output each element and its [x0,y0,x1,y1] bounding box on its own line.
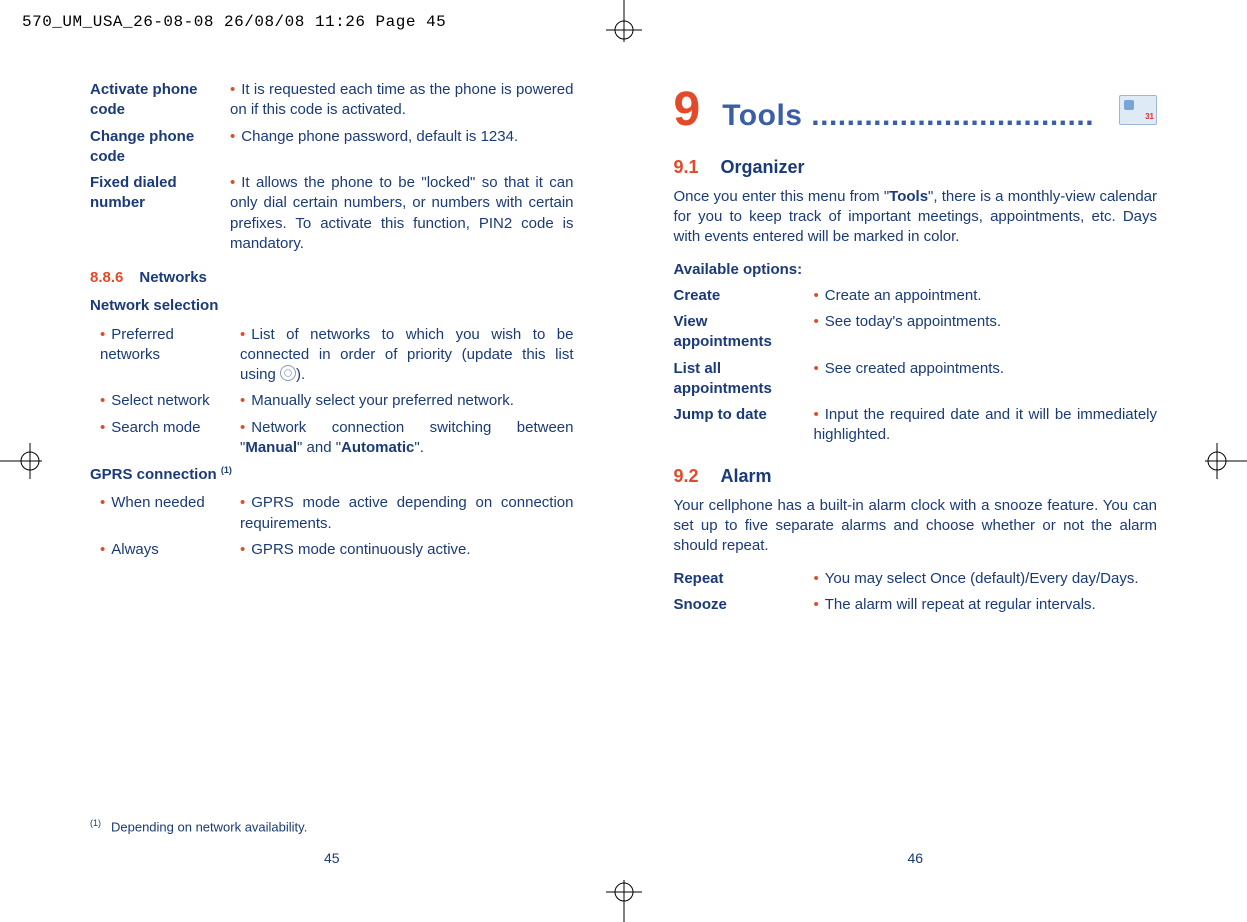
alarm-paragraph: Your cellphone has a built-in alarm cloc… [674,496,1158,557]
footnote-ref: (1) [221,465,232,475]
bullet-icon: • [240,494,245,511]
section-number: 8.8.6 [90,269,123,286]
section-number: 9.2 [674,466,699,486]
term-label: •Preferred networks [90,325,230,386]
option-repeat: Repeat •You may select Once (default)/Ev… [674,569,1158,589]
term-desc: •See created appointments. [804,359,1158,400]
term-desc: •Input the required date and it will be … [804,405,1158,446]
bullet-icon: • [240,326,245,343]
term-label: View appointments [674,312,804,353]
bullet-icon: • [240,392,245,409]
section-title: Organizer [721,157,805,177]
term-label: •Search mode [90,418,230,459]
item-search-mode: •Search mode •Network connection switchi… [90,418,574,459]
term-label: •Always [90,540,230,560]
subheading-gprs-connection: GPRS connection (1) [90,464,574,485]
chapter-heading: 9 Tools ................................ [674,86,1158,137]
term-desc: •You may select Once (default)/Every day… [804,569,1158,589]
bullet-icon: • [814,406,819,423]
bullet-icon: • [100,419,105,436]
page-number: 46 [674,849,1158,868]
term-desc: •Change phone password, default is 1234. [220,127,574,168]
term-label: Create [674,286,804,306]
item-activate-phone-code: Activate phone code •It is requested eac… [90,80,574,121]
term-label: Jump to date [674,405,804,446]
section-organizer: 9.1 Organizer [674,155,1158,179]
bullet-icon: • [814,596,819,613]
ok-key-icon [280,365,296,381]
term-desc: •GPRS mode continuously active. [230,540,574,560]
bullet-icon: • [100,326,105,343]
bullet-icon: • [100,494,105,511]
term-desc: •It is requested each time as the phone … [220,80,574,121]
crop-mark-left [0,441,50,481]
section-networks: 8.8.6 Networks [90,268,574,288]
crop-mark-bottom [604,872,644,922]
item-select-network: •Select network •Manually select your pr… [90,391,574,411]
term-desc: •Create an appointment. [804,286,1158,306]
item-gprs-always: •Always •GPRS mode continuously active. [90,540,574,560]
bullet-icon: • [230,81,235,98]
term-desc: •Network connection switching between "M… [230,418,574,459]
subheading-network-selection: Network selection [90,296,574,316]
chapter-title: Tools ................................ [722,96,1111,137]
bullet-icon: • [100,541,105,558]
chapter-number: 9 [674,86,701,134]
bullet-icon: • [230,128,235,145]
term-label: List all appointments [674,359,804,400]
term-desc: •Manually select your preferred network. [230,391,574,411]
page-number: 45 [90,849,574,868]
page-45: Activate phone code •It is requested eac… [90,80,574,872]
bullet-icon: • [814,360,819,377]
term-desc: •List of networks to which you wish to b… [230,325,574,386]
footnote-text: Depending on network availability. [111,819,307,834]
bullet-icon: • [814,287,819,304]
option-jump-to-date: Jump to date •Input the required date an… [674,405,1158,446]
term-desc: •It allows the phone to be "locked" so t… [220,173,574,254]
organizer-paragraph: Once you enter this menu from "Tools", t… [674,187,1158,248]
term-label: Activate phone code [90,80,220,121]
bullet-icon: • [814,570,819,587]
crop-mark-right [1197,441,1247,481]
item-preferred-networks: •Preferred networks •List of networks to… [90,325,574,386]
item-change-phone-code: Change phone code •Change phone password… [90,127,574,168]
term-desc: •See today's appointments. [804,312,1158,353]
calendar-icon [1119,95,1157,125]
section-title: Alarm [721,466,772,486]
item-gprs-when-needed: •When needed •GPRS mode active depending… [90,493,574,534]
section-alarm: 9.2 Alarm [674,464,1158,488]
section-title: Networks [139,269,207,286]
option-list-all-appointments: List all appointments •See created appoi… [674,359,1158,400]
option-snooze: Snooze •The alarm will repeat at regular… [674,595,1158,615]
term-desc: •The alarm will repeat at regular interv… [804,595,1158,615]
term-label: Repeat [674,569,804,589]
footnote: (1) Depending on network availability. [90,817,307,836]
page-46: 9 Tools ................................… [674,80,1158,872]
prepress-slug: 570_UM_USA_26-08-08 26/08/08 11:26 Page … [22,12,446,34]
item-fixed-dialed-number: Fixed dialed number •It allows the phone… [90,173,574,254]
bullet-icon: • [100,392,105,409]
footnote-marker: (1) [90,818,101,828]
option-view-appointments: View appointments •See today's appointme… [674,312,1158,353]
term-desc: •GPRS mode active depending on connectio… [230,493,574,534]
term-label: •Select network [90,391,230,411]
bullet-icon: • [230,174,235,191]
term-label: Snooze [674,595,804,615]
available-options-heading: Available options: [674,260,1158,280]
bullet-icon: • [814,313,819,330]
bullet-icon: • [240,419,245,436]
section-number: 9.1 [674,157,699,177]
term-label: Change phone code [90,127,220,168]
prepress-spread: 570_UM_USA_26-08-08 26/08/08 11:26 Page … [0,0,1247,922]
option-create: Create •Create an appointment. [674,286,1158,306]
bullet-icon: • [240,541,245,558]
term-label: Fixed dialed number [90,173,220,254]
crop-mark-top [604,0,644,50]
term-label: •When needed [90,493,230,534]
